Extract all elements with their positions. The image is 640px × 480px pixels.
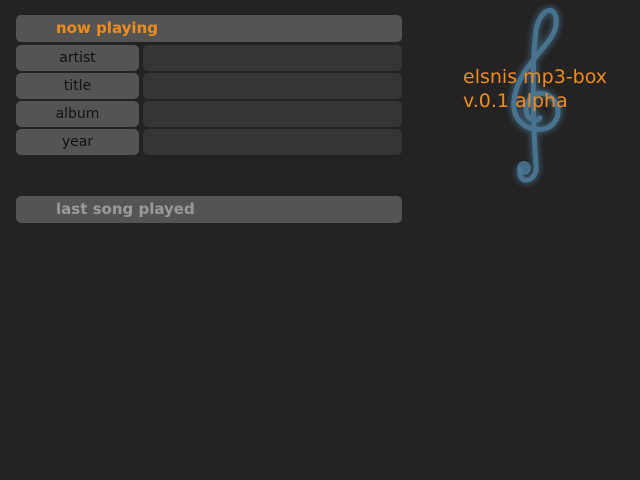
title-row: title xyxy=(16,73,402,99)
year-row: year xyxy=(16,129,402,155)
year-label: year xyxy=(16,129,139,155)
app-version: v.0.1 alpha xyxy=(463,90,568,112)
artist-row: artist xyxy=(16,45,402,71)
album-label: album xyxy=(16,101,139,127)
now-playing-header: now playing xyxy=(16,15,402,42)
last-song-header: last song played xyxy=(16,196,402,223)
title-value xyxy=(143,73,402,99)
app-name: elsnis mp3-box xyxy=(463,66,607,88)
artist-value xyxy=(143,45,402,71)
title-label: title xyxy=(16,73,139,99)
artist-label: artist xyxy=(16,45,139,71)
album-value xyxy=(143,101,402,127)
album-row: album xyxy=(16,101,402,127)
year-value xyxy=(143,129,402,155)
